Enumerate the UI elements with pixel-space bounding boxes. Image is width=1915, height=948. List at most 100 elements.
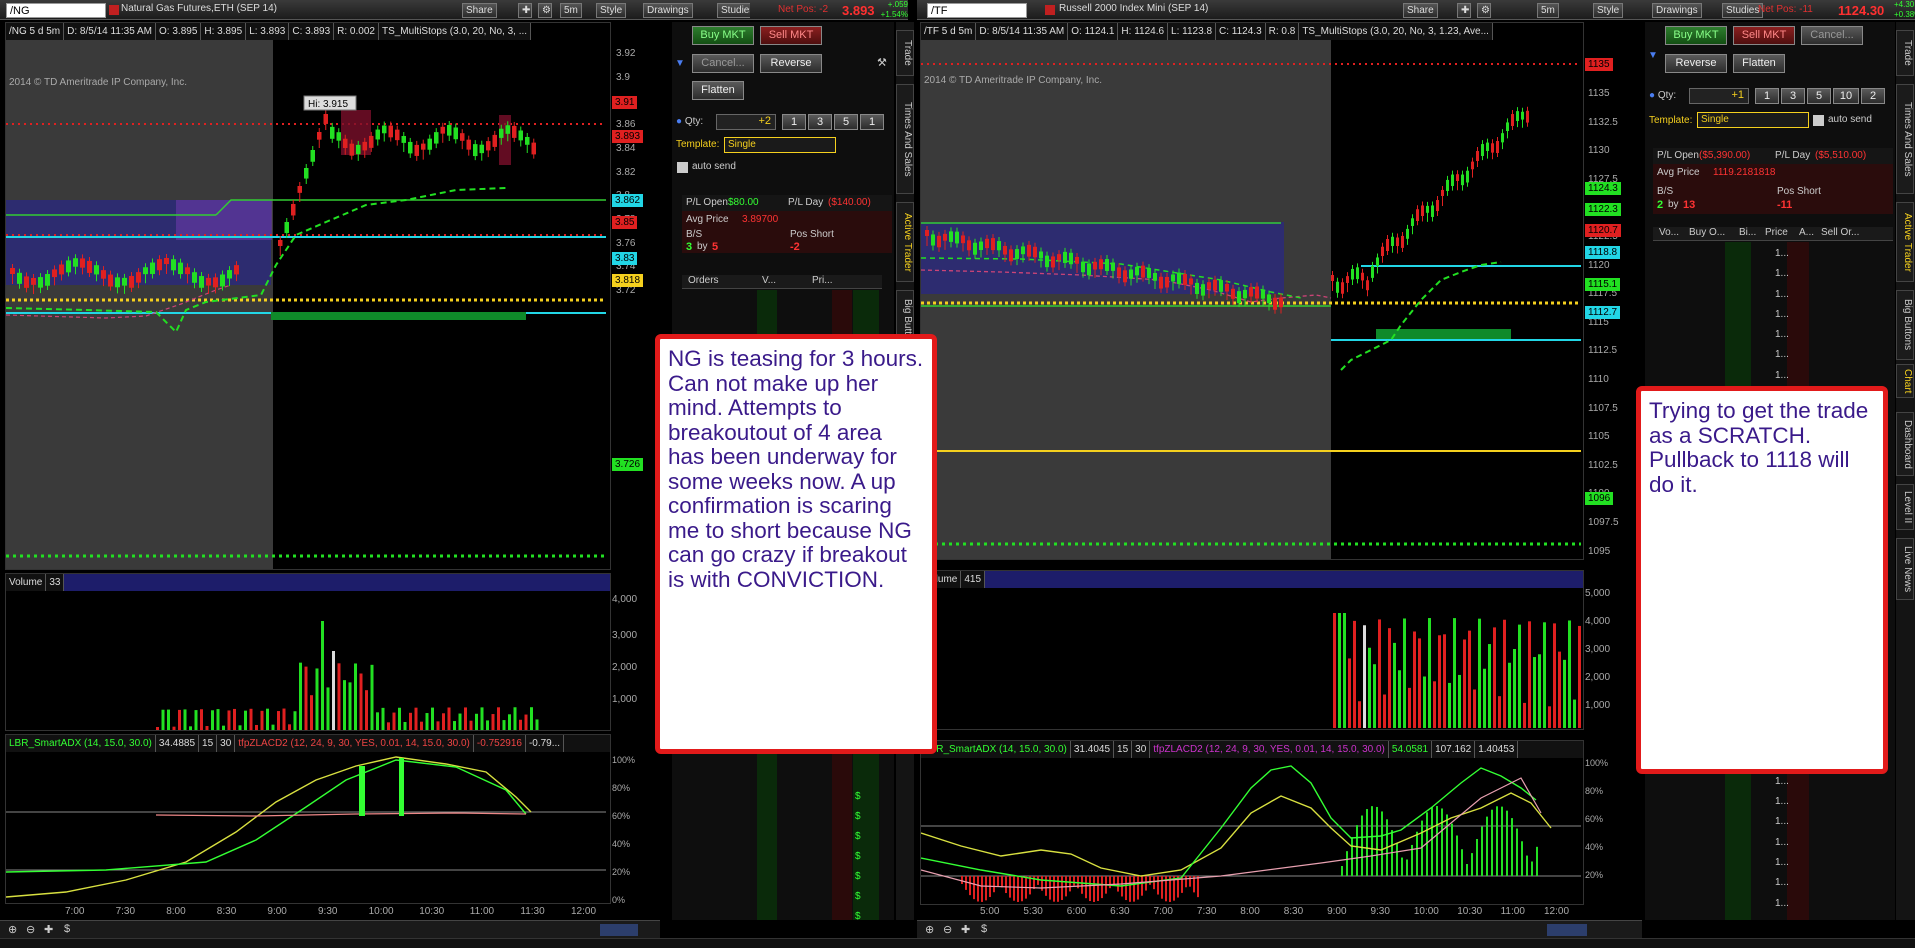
tab-trade[interactable]: Trade <box>896 30 914 76</box>
tab-active-trader[interactable]: Active Trader <box>1896 202 1914 282</box>
ladder-price[interactable]: 1... <box>1775 264 1789 284</box>
ng-buy-mkt-button[interactable]: Buy MKT <box>692 26 754 45</box>
tf-qty-3[interactable]: 3 <box>1781 88 1805 104</box>
settings-icon[interactable]: ⚙ <box>538 3 552 18</box>
tf-template-select[interactable]: Single <box>1697 112 1809 128</box>
wrench-icon[interactable]: ⚒ <box>877 56 887 69</box>
ng-study-chart[interactable]: LBR_SmartADX (14, 15.0, 30.0) 34.4885 15 30… <box>5 734 611 904</box>
tf-qty-5[interactable]: 5 <box>1807 88 1831 104</box>
dollar-icon[interactable]: $ <box>981 923 987 935</box>
ladder-dollar[interactable]: $ <box>855 827 861 847</box>
histogram-bar <box>1531 861 1533 876</box>
scrollbar[interactable] <box>600 924 638 936</box>
volume-bar <box>205 725 209 730</box>
ng-study-axis: 100% 80% 60% 40% 20% 0% <box>612 755 636 905</box>
tf-cancel-button[interactable]: Cancel... <box>1801 26 1863 45</box>
ng-qty-1[interactable]: 1 <box>782 114 806 130</box>
ladder-price[interactable]: 1... <box>1775 792 1789 812</box>
tf-autosend-checkbox[interactable] <box>1813 115 1824 126</box>
tab-active-trader[interactable]: Active Trader <box>896 202 914 282</box>
ladder-price[interactable]: 1... <box>1775 833 1789 853</box>
ng-reverse-button[interactable]: Reverse <box>760 54 822 73</box>
drawings-button[interactable]: Drawings <box>1652 3 1702 18</box>
crosshair-icon[interactable]: ✚ <box>44 923 53 936</box>
scrollbar[interactable] <box>1547 924 1587 936</box>
ladder-dollar[interactable]: $ <box>855 887 861 907</box>
tf-reverse-button[interactable]: Reverse <box>1665 54 1727 73</box>
ladder-price[interactable]: 1... <box>1775 812 1789 832</box>
share-button[interactable]: Share <box>462 3 497 18</box>
right-symbol-input[interactable]: /TF <box>927 3 1027 18</box>
ng-flatten-button[interactable]: Flatten <box>692 81 744 100</box>
histogram-bar <box>1097 876 1099 901</box>
ladder-dollar[interactable]: $ <box>855 847 861 867</box>
tab-live-news[interactable]: Live News <box>1896 538 1914 600</box>
drawings-button[interactable]: Drawings <box>643 3 693 18</box>
ng-qty-3[interactable]: 3 <box>808 114 832 130</box>
tf-qty-1[interactable]: 1 <box>1755 88 1779 104</box>
collapse-icon[interactable]: ▼ <box>1648 50 1658 61</box>
ng-autosend-checkbox[interactable] <box>677 162 688 173</box>
tab-times-and-sales[interactable]: Times And Sales <box>1896 84 1914 194</box>
ng-sell-mkt-button[interactable]: Sell MKT <box>760 26 822 45</box>
volume-bar <box>1513 648 1516 728</box>
tf-flatten-button[interactable]: Flatten <box>1733 54 1785 73</box>
ladder-price[interactable]: 1... <box>1775 772 1789 792</box>
period-button[interactable]: 5m <box>560 3 582 18</box>
ng-qty-input[interactable]: +2 <box>716 114 776 130</box>
style-button[interactable]: Style <box>596 3 627 18</box>
share-button[interactable]: Share <box>1403 3 1438 18</box>
ladder-dollar[interactable]: $ <box>855 807 861 827</box>
ladder-price[interactable]: 1... <box>1775 894 1789 914</box>
tab-level-ii[interactable]: Level II <box>1896 484 1914 530</box>
tab-dashboard[interactable]: Dashboard <box>1896 412 1914 476</box>
zoom-out-icon[interactable]: ⊖ <box>26 923 35 936</box>
ladder-price[interactable]: 1... <box>1775 853 1789 873</box>
ladder-price[interactable]: 1... <box>1775 873 1789 893</box>
tf-buy-mkt-button[interactable]: Buy MKT <box>1665 26 1727 45</box>
style-button[interactable]: Style <box>1593 3 1624 18</box>
zoom-in-icon[interactable]: ⊕ <box>925 923 934 936</box>
ladder-dollar[interactable]: $ <box>855 907 861 927</box>
ng-cancel-button[interactable]: Cancel... <box>692 54 754 73</box>
zoom-out-icon[interactable]: ⊖ <box>943 923 952 936</box>
tf-price-tick: 1132.5 <box>1588 116 1618 128</box>
tab-times-and-sales[interactable]: Times And Sales <box>896 84 914 194</box>
tf-qty-10[interactable]: 10 <box>1833 88 1859 104</box>
tab-chart[interactable]: Chart <box>1896 364 1914 398</box>
ladder-price[interactable]: 1... <box>1775 345 1789 365</box>
ladder-dollar[interactable]: $ <box>855 787 861 807</box>
tab-trade[interactable]: Trade <box>1896 30 1914 76</box>
ladder-price[interactable]: 1... <box>1775 305 1789 325</box>
ladder-price[interactable]: 1... <box>1775 325 1789 345</box>
volume-bar <box>293 711 297 730</box>
ng-template-select[interactable]: Single <box>724 137 836 153</box>
ng-volume-chart[interactable]: Volume 33 <box>5 573 611 731</box>
tf-volume-chart[interactable]: Volume 415 <box>920 570 1584 730</box>
settings-icon[interactable]: ⚙ <box>1477 3 1491 18</box>
crosshair-icon[interactable]: ✚ <box>1457 3 1471 18</box>
ladder-price[interactable]: 1... <box>1775 244 1789 264</box>
ladder-price[interactable]: 1... <box>1775 366 1789 386</box>
ng-qty-5[interactable]: 5 <box>834 114 858 130</box>
tf-sell-mkt-button[interactable]: Sell MKT <box>1733 26 1795 45</box>
tf-qty-input[interactable]: +1 <box>1689 88 1749 104</box>
tf-study-chart[interactable]: LBR_SmartADX (14, 15.0, 30.0) 31.4045 15 30… <box>920 740 1584 905</box>
tab-big-buttons[interactable]: Big Buttons <box>1896 290 1914 360</box>
ladder-price[interactable]: 1... <box>1775 285 1789 305</box>
crosshair-icon[interactable]: ✚ <box>961 923 970 936</box>
ng-qty-more[interactable]: 1 <box>860 114 884 130</box>
ladder-dollar[interactable]: $ <box>855 867 861 887</box>
collapse-icon[interactable]: ▼ <box>675 58 685 69</box>
tf-price-chart[interactable]: /TF 5 d 5m D: 8/5/14 11:35 AM O: 1124.1 H: … <box>920 22 1584 560</box>
dollar-icon[interactable]: $ <box>64 923 70 935</box>
crosshair-icon[interactable]: ✚ <box>518 3 532 18</box>
tf-qty-more[interactable]: 2 <box>1861 88 1885 104</box>
volume-bar <box>530 707 533 730</box>
period-button[interactable]: 5m <box>1537 3 1559 18</box>
zoom-in-icon[interactable]: ⊕ <box>8 923 17 936</box>
left-netpos: Net Pos: -2 <box>778 4 829 15</box>
ng-price-chart[interactable]: /NG 5 d 5m D: 8/5/14 11:35 AM O: 3.895 H: 3… <box>5 22 611 570</box>
histogram-bar <box>1005 876 1007 894</box>
left-symbol-input[interactable]: /NG <box>6 3 106 18</box>
